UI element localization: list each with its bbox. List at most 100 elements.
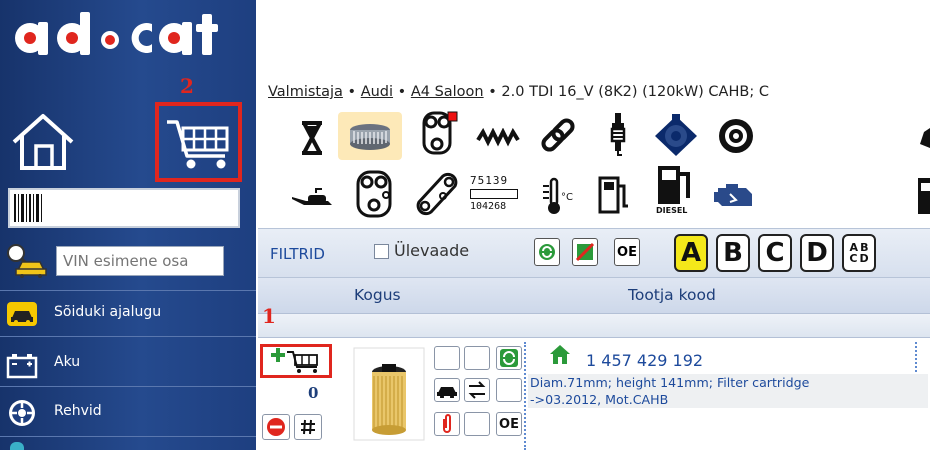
more-category-icon[interactable] — [890, 114, 930, 162]
annotation-marker-1: 1 — [262, 304, 276, 328]
product-code[interactable]: 1 457 429 192 — [586, 351, 703, 370]
chain-icon[interactable] — [530, 112, 586, 160]
turbo-icon[interactable] — [708, 112, 764, 160]
empty-action-slot — [496, 378, 522, 402]
sidebar-divider — [0, 386, 256, 387]
empty-action-slot — [464, 346, 490, 370]
breadcrumb-model[interactable]: A4 Saloon — [411, 84, 484, 100]
hourglass-icon[interactable] — [284, 114, 340, 162]
refresh-filter-icon[interactable] — [534, 238, 560, 266]
empty-action-slot — [434, 346, 460, 370]
overview-checkbox[interactable] — [374, 244, 389, 259]
sidebar-divider — [0, 436, 256, 437]
vin-car-search-icon — [7, 244, 47, 278]
filter-letter-a[interactable]: A — [674, 234, 708, 272]
vehicle-fit-icon[interactable] — [434, 378, 460, 402]
clutch-icon[interactable] — [648, 112, 704, 160]
empty-action-slot — [464, 412, 490, 436]
breadcrumb-separator: • — [483, 84, 502, 100]
quantity-value: 0 — [308, 384, 319, 402]
hash-icon — [301, 419, 315, 435]
overview-label: Ülevaade — [394, 241, 470, 260]
filter-letter-b[interactable]: B — [716, 234, 750, 272]
shopping-cart-icon — [167, 120, 229, 169]
home-icon[interactable] — [8, 108, 78, 172]
letter-label: B — [723, 238, 743, 268]
decrease-quantity-button[interactable] — [262, 414, 290, 440]
filter-letter-c[interactable]: C — [758, 234, 792, 272]
disabled-filter-icon[interactable] — [572, 238, 598, 266]
header-manufacturer-code[interactable]: Tootja kood — [628, 286, 716, 304]
belt-icon[interactable] — [408, 170, 464, 218]
timing-belt-icon[interactable] — [346, 170, 402, 218]
breadcrumb: Valmistaja • Audi • A4 Saloon • 2.0 TDI … — [268, 84, 769, 100]
annotation-marker-2: 2 — [180, 74, 194, 98]
tire-icon — [9, 400, 35, 426]
sidebar-item-label: Sõiduki ajalugu — [54, 304, 162, 320]
add-to-cart-icon — [271, 348, 318, 373]
sidebar-item-vehicle-history[interactable]: Sõiduki ajalugu — [0, 294, 256, 334]
category-number-top: 75139 — [470, 174, 509, 187]
sidebar-divider — [0, 290, 256, 291]
minus-icon — [267, 418, 285, 436]
vin-search-row — [4, 242, 250, 278]
oe-number-button[interactable]: OE — [496, 412, 522, 436]
battery-icon — [6, 354, 38, 379]
more-category-icon-2[interactable] — [904, 172, 930, 220]
breadcrumb-separator: • — [393, 84, 411, 100]
filter-letter-all[interactable]: AB CD — [842, 234, 876, 272]
oil-filter-product-image[interactable] — [352, 346, 426, 442]
page-root: 2 VIN esimene osa Sõiduki ajalugu Aku Re… — [0, 0, 930, 450]
sidebar: 2 VIN esimene osa Sõiduki ajalugu Aku Re… — [0, 0, 256, 450]
letter-label: A — [680, 238, 702, 268]
engine-icon[interactable] — [706, 172, 762, 220]
sidebar-item-battery[interactable]: Aku — [0, 344, 256, 384]
vin-input[interactable] — [56, 246, 224, 276]
table-group-band — [258, 314, 930, 338]
spark-plug-icon[interactable] — [590, 110, 646, 158]
sidebar-next-item-icon — [10, 442, 24, 450]
timing-icon[interactable] — [410, 110, 466, 158]
refresh-icon[interactable] — [496, 346, 522, 370]
header-quantity[interactable]: Kogus — [354, 286, 401, 304]
oe-filter-label: OE — [617, 244, 637, 260]
adcat-logo — [15, 12, 218, 55]
filters-label[interactable]: FILTRID — [270, 245, 325, 263]
filter-bar: FILTRID Ülevaade OE A B C D AB CD — [258, 228, 930, 278]
letter-label: D — [806, 238, 828, 268]
number-badge-icon[interactable]: 75139 104268 — [464, 170, 524, 218]
sidebar-divider — [0, 336, 256, 337]
spring-icon[interactable] — [470, 114, 526, 162]
letter-label: C — [849, 252, 858, 265]
set-quantity-button[interactable] — [294, 414, 322, 440]
oe-filter-button[interactable]: OE — [614, 238, 640, 266]
category-number-bottom: 104268 — [470, 201, 507, 212]
fuel-pump-icon[interactable] — [586, 170, 642, 218]
air-filter-icon[interactable] — [338, 112, 402, 160]
car-history-icon — [7, 302, 37, 326]
swap-arrows-icon[interactable] — [464, 378, 490, 402]
diesel-pump-icon[interactable]: DIESEL — [646, 166, 702, 215]
add-to-cart-button[interactable] — [260, 344, 332, 378]
filter-letter-d[interactable]: D — [800, 234, 834, 272]
sidebar-item-label: Aku — [54, 354, 81, 370]
oil-can-icon[interactable] — [284, 174, 340, 222]
breadcrumb-separator: • — [342, 84, 361, 100]
oe-label: OE — [499, 416, 519, 432]
category-number-dots — [470, 189, 518, 199]
product-description-line: ->03.2012, Mot.CAHB — [530, 392, 669, 407]
barcode-search-field[interactable] — [8, 188, 240, 228]
sidebar-item-label: Rehvid — [54, 403, 102, 419]
breadcrumb-make[interactable]: Audi — [361, 84, 393, 100]
paperclip-icon[interactable] — [434, 412, 460, 436]
temperature-icon[interactable]: °C — [530, 172, 586, 220]
house-stock-icon — [550, 345, 570, 364]
breadcrumb-manufacturer[interactable]: Valmistaja — [268, 84, 343, 100]
sidebar-item-tires[interactable]: Rehvid — [0, 393, 256, 433]
diesel-label: DIESEL — [656, 206, 688, 215]
cart-button[interactable] — [155, 102, 242, 182]
letter-label: C — [765, 238, 785, 268]
svg-text:°C: °C — [561, 192, 573, 203]
product-description: Diam.71mm; height 141mm; Filter cartridg… — [528, 374, 928, 408]
column-divider — [524, 342, 526, 450]
